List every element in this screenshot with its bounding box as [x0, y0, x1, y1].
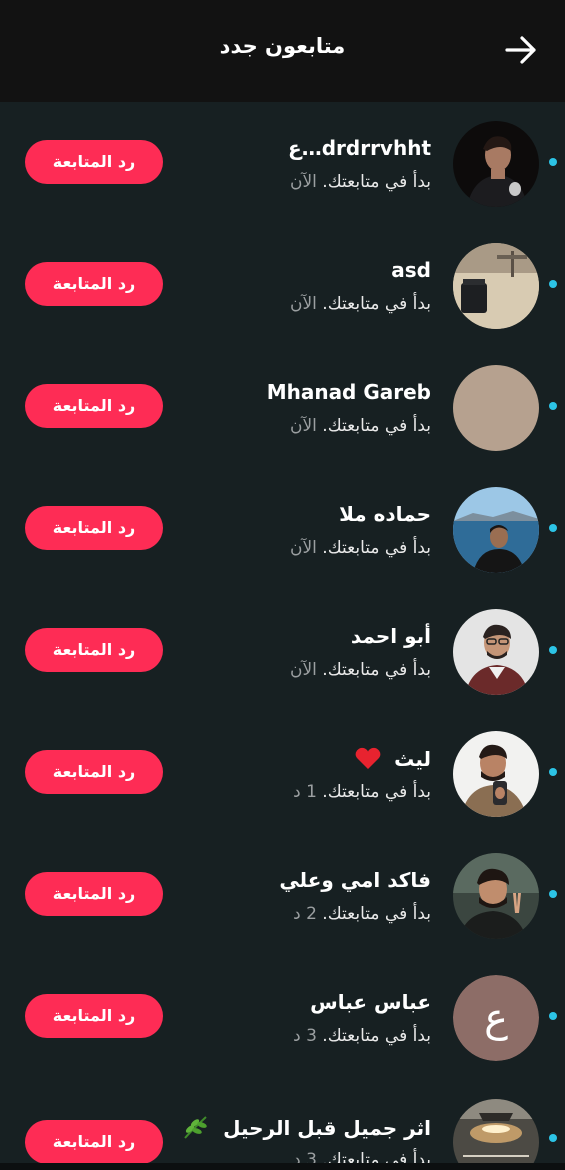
- activity-text: بدأ في متابعتك.: [322, 782, 431, 802]
- follower-name[interactable]: حماده ملا: [339, 502, 431, 526]
- unread-dot: [549, 890, 557, 898]
- followers-list: drdrrvhht…ع بدأ في متابعتك. الآن رد المت…: [0, 102, 565, 1170]
- name-text: drdrrvhht…ع: [288, 136, 431, 160]
- name-text: asd: [391, 258, 431, 282]
- avatar[interactable]: [453, 609, 539, 695]
- avatar[interactable]: [453, 365, 539, 451]
- herb-leaf-icon: [182, 1114, 210, 1140]
- follow-back-button[interactable]: رد المتابعة: [25, 628, 163, 672]
- unread-dot: [549, 402, 557, 410]
- follow-status: بدأ في متابعتك. 1 د: [293, 782, 431, 802]
- follow-back-button[interactable]: رد المتابعة: [25, 506, 163, 550]
- follow-back-button[interactable]: رد المتابعة: [25, 750, 163, 794]
- activity-text: بدأ في متابعتك.: [322, 416, 431, 436]
- time-text: 2 د: [293, 904, 317, 924]
- avatar[interactable]: [453, 487, 539, 573]
- new-followers-screen: متابعون جدد drdrrvhht…ع بدأ في متابعتك. …: [0, 0, 565, 1170]
- follower-name[interactable]: asd: [391, 258, 431, 282]
- follow-status: بدأ في متابعتك. 3 د: [293, 1026, 431, 1046]
- time-text: الآن: [289, 172, 317, 192]
- follow-back-button[interactable]: رد المتابعة: [25, 994, 163, 1038]
- header-bar: متابعون جدد: [0, 0, 565, 102]
- follow-status: بدأ في متابعتك. 2 د: [293, 904, 431, 924]
- activity-text: بدأ في متابعتك.: [322, 294, 431, 314]
- follower-name[interactable]: اثر جميل قبل الرحيل: [182, 1114, 431, 1140]
- arrow-right-icon[interactable]: [503, 32, 539, 68]
- activity-text: بدأ في متابعتك.: [322, 904, 431, 924]
- unread-dot: [549, 524, 557, 532]
- time-text: 3 د: [293, 1026, 317, 1046]
- avatar[interactable]: [453, 1099, 539, 1170]
- follower-row[interactable]: حماده ملا بدأ في متابعتك. الآن رد المتاب…: [0, 468, 565, 590]
- follow-status: بدأ في متابعتك. الآن: [290, 416, 431, 436]
- avatar[interactable]: [453, 121, 539, 207]
- unread-dot: [549, 158, 557, 166]
- follow-status: بدأ في متابعتك. الآن: [290, 294, 431, 314]
- follow-status: بدأ في متابعتك. الآن: [290, 172, 431, 192]
- follow-status: بدأ في متابعتك. الآن: [290, 538, 431, 558]
- avatar[interactable]: [453, 853, 539, 939]
- page-title: متابعون جدد: [219, 34, 346, 58]
- name-text: حماده ملا: [339, 502, 431, 526]
- follower-name[interactable]: أبو احمد: [351, 624, 431, 648]
- activity-text: بدأ في متابعتك.: [322, 660, 431, 680]
- follower-row[interactable]: ع عباس عباس بدأ في متابعتك. 3 د رد المتا…: [0, 956, 565, 1078]
- name-text: ليث: [394, 747, 431, 771]
- unread-dot: [549, 646, 557, 654]
- follow-back-button[interactable]: رد المتابعة: [25, 1120, 163, 1164]
- unread-dot: [549, 768, 557, 776]
- follow-back-button[interactable]: رد المتابعة: [25, 872, 163, 916]
- follow-back-button[interactable]: رد المتابعة: [25, 140, 163, 184]
- time-text: الآن: [289, 416, 317, 436]
- time-text: الآن: [289, 538, 317, 558]
- follower-name[interactable]: ليث: [355, 746, 431, 771]
- follow-back-button[interactable]: رد المتابعة: [25, 384, 163, 428]
- follower-name[interactable]: Mhanad Gareb: [267, 380, 431, 404]
- follow-back-button[interactable]: رد المتابعة: [25, 262, 163, 306]
- unread-dot: [549, 1012, 557, 1020]
- activity-text: بدأ في متابعتك.: [322, 538, 431, 558]
- name-text: اثر جميل قبل الرحيل: [223, 1116, 431, 1140]
- follower-row[interactable]: اثر جميل قبل الرحيل بدأ في متابعتك. 3 د …: [0, 1078, 565, 1170]
- time-text: الآن: [289, 294, 317, 314]
- name-text: Mhanad Gareb: [266, 380, 431, 404]
- name-text: عباس عباس: [310, 990, 431, 1014]
- avatar[interactable]: [453, 731, 539, 817]
- follower-row[interactable]: فاكد امي وعلي بدأ في متابعتك. 2 د رد الم…: [0, 834, 565, 956]
- name-text: فاكد امي وعلي: [279, 868, 431, 892]
- follower-row[interactable]: drdrrvhht…ع بدأ في متابعتك. الآن رد المت…: [0, 102, 565, 224]
- unread-dot: [549, 280, 557, 288]
- time-text: الآن: [289, 660, 317, 680]
- avatar[interactable]: ع: [453, 975, 539, 1061]
- time-text: 1 د: [293, 782, 317, 802]
- follow-status: بدأ في متابعتك. الآن: [290, 660, 431, 680]
- follower-row[interactable]: asd بدأ في متابعتك. الآن رد المتابعة: [0, 224, 565, 346]
- follower-row[interactable]: Mhanad Gareb بدأ في متابعتك. الآن رد الم…: [0, 346, 565, 468]
- avatar[interactable]: [453, 243, 539, 329]
- follower-name[interactable]: فاكد امي وعلي: [279, 868, 431, 892]
- follower-name[interactable]: drdrrvhht…ع: [288, 136, 431, 160]
- activity-text: بدأ في متابعتك.: [322, 1026, 431, 1046]
- follower-row[interactable]: ليث بدأ في متابعتك. 1 د رد المتابعة: [0, 712, 565, 834]
- bottom-edge-bar: [0, 1163, 565, 1170]
- unread-dot: [549, 1134, 557, 1142]
- follower-name[interactable]: عباس عباس: [310, 990, 431, 1014]
- follower-row[interactable]: أبو احمد بدأ في متابعتك. الآن رد المتابع…: [0, 590, 565, 712]
- name-text: أبو احمد: [350, 624, 431, 648]
- activity-text: بدأ في متابعتك.: [322, 172, 431, 192]
- avatar-letter: ع: [453, 975, 539, 1061]
- heart-icon: [355, 746, 381, 771]
